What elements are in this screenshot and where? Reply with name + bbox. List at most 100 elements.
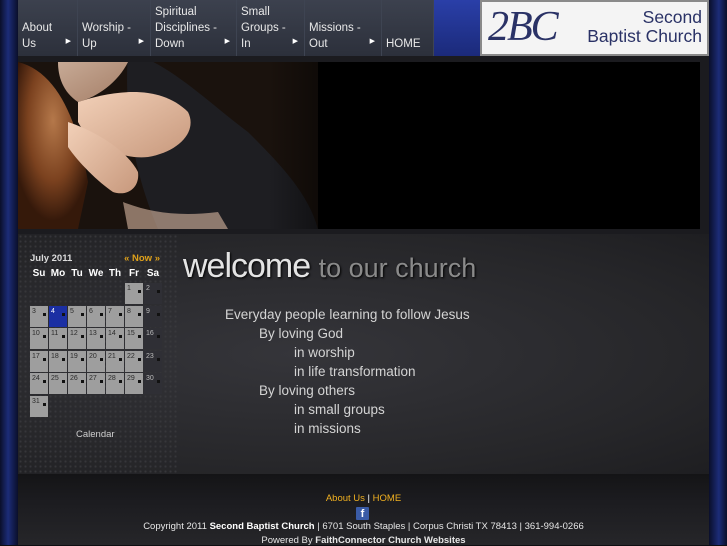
nav-about-us[interactable]: About Us ▶ [18,0,78,56]
calendar-day[interactable]: 9 [144,305,162,327]
calendar-day-number: 23 [146,352,154,360]
copyright-prefix: Copyright 2011 [143,521,207,532]
calendar-now-link[interactable]: « Now » [124,253,160,264]
powered-name[interactable]: FaithConnector Church Websites [315,535,465,546]
calendar-day[interactable]: 31 [30,395,48,417]
calendar-day-number: 28 [108,375,116,382]
hero-banner-image [18,62,700,229]
event-marker-icon [62,380,65,383]
nav-label-line: Us [22,38,37,50]
nav-spiritual-disciplines-down[interactable]: Spiritual Disciplines - Down ▶ [151,0,237,56]
calendar-weekday: Mo [50,268,66,279]
calendar-day[interactable]: 14 [106,328,124,349]
hero-banner-frame [18,56,709,234]
calendar-day[interactable]: 18 [49,350,67,372]
event-marker-icon [119,357,122,361]
calendar-day[interactable]: 30 [144,373,162,394]
calendar-day[interactable]: 22 [125,350,143,372]
footer-home-link[interactable]: HOME [373,493,402,504]
nav-missions-out[interactable]: Missions - Out ▶ [305,0,382,56]
calendar-day-number: 10 [32,330,40,337]
calendar-day[interactable]: 21 [106,350,124,372]
event-marker-icon [100,312,103,316]
calendar-header: July 2011 « Now » [30,253,160,264]
nav-label: Missions - Out [309,20,361,52]
calendar-day[interactable]: 27 [87,373,105,394]
calendar-day[interactable]: 23 [144,350,162,372]
calendar-day[interactable]: 5 [68,305,86,327]
calendar-day[interactable]: 17 [30,350,48,372]
calendar-day[interactable]: 26 [68,373,86,394]
event-marker-icon [81,312,84,316]
calendar-day[interactable]: 3 [30,305,48,327]
welcome-title: welcome [183,247,311,285]
calendar-weekday: We [88,268,104,279]
calendar-day[interactable]: 2 [144,283,162,304]
dropdown-arrow-icon: ▶ [292,38,298,45]
calendar-day[interactable]: 28 [106,373,124,394]
event-marker-icon [100,357,103,361]
calendar-link[interactable]: Calendar [76,429,115,440]
calendar-day[interactable]: 6 [87,305,105,327]
calendar-day[interactable]: 16 [144,328,162,349]
logo-name: Second Baptist Church [569,8,702,46]
event-marker-icon [43,402,46,406]
mission-line: Everyday people learning to follow Jesus [225,307,470,322]
nav-label: About Us [22,20,52,52]
calendar-day-number: 8 [127,307,131,315]
calendar-day[interactable]: 7 [106,305,124,327]
nav-label-line: About [22,22,53,34]
main-nav: About Us ▶ Worship - Up ▶ Spiritual Disc… [18,0,434,56]
event-marker-icon [43,335,46,338]
nav-label-line: Down [155,38,185,50]
calendar-day[interactable]: 25 [49,373,67,394]
calendar-month-label: July 2011 [30,253,73,264]
calendar-day-number: 9 [146,307,150,315]
dropdown-arrow-icon: ▶ [65,38,71,45]
dropdown-arrow-icon: ▶ [224,38,230,45]
event-marker-icon [138,290,141,293]
nav-label-line: Missions - [309,22,361,34]
nav-label-line: Worship - [82,22,131,34]
event-marker-icon [157,290,160,293]
nav-home[interactable]: HOME [382,0,434,56]
calendar-day[interactable]: 11 [49,328,67,349]
footer-about-us-link[interactable]: About Us [326,493,365,504]
nav-worship-up[interactable]: Worship - Up ▶ [78,0,151,56]
nav-label-line: Spiritual [155,6,197,18]
mission-line: in worship [294,345,355,360]
event-marker-icon [43,380,46,383]
dropdown-arrow-icon: ▶ [369,38,375,45]
calendar-day-number: 11 [51,330,59,337]
calendar-day-number: 29 [127,375,135,382]
mission-line: in missions [294,421,361,436]
calendar-day-number: 12 [70,330,78,337]
calendar-day-number: 24 [32,375,40,382]
calendar-day[interactable]: 29 [125,373,143,394]
calendar-day[interactable]: 19 [68,350,86,372]
facebook-icon[interactable]: f [356,507,369,520]
left-side-ribbon [0,0,18,545]
calendar-day-number: 21 [108,352,116,360]
church-logo[interactable]: 2BC Second Baptist Church [480,0,709,56]
praying-woman-photo [18,62,700,229]
calendar-day-number: 25 [51,375,59,382]
calendar-day[interactable]: 1 [125,283,143,304]
calendar-day[interactable]: 8 [125,305,143,327]
calendar-day[interactable]: 15 [125,328,143,349]
calendar-day[interactable]: 13 [87,328,105,349]
calendar-day[interactable]: 24 [30,373,48,394]
calendar-weekday: Th [108,268,122,279]
calendar-day[interactable]: 10 [30,328,48,349]
nav-label: Spiritual Disciplines - Down [155,4,217,52]
calendar-day-number: 27 [89,375,97,382]
nav-small-groups-in[interactable]: Small Groups - In ▶ [237,0,305,56]
nav-label: Small Groups - In [241,4,286,52]
calendar-day-number: 16 [146,330,154,337]
calendar-day-number: 14 [108,330,116,337]
copyright-address: | 6701 South Staples | Corpus Christi TX… [317,521,584,532]
calendar-day[interactable]: 4 [49,305,67,327]
calendar-day[interactable]: 20 [87,350,105,372]
calendar-day[interactable]: 12 [68,328,86,349]
footer-separator: | [367,493,371,504]
